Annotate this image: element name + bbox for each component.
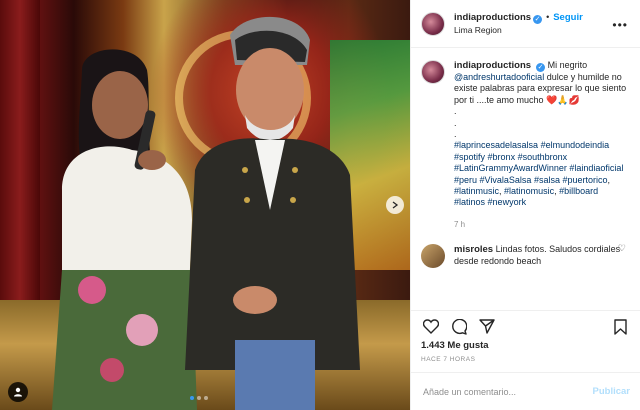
caption-intro: Mi negrito (547, 60, 588, 70)
caption-time[interactable]: 7 h (454, 219, 630, 230)
caption-dot: . (454, 129, 457, 140)
author-username[interactable]: indiaproductions (454, 12, 531, 23)
share-button[interactable] (477, 317, 497, 337)
caption-avatar[interactable] (421, 60, 445, 84)
carousel-dot (190, 396, 194, 400)
heart-icon (423, 319, 439, 334)
comment-input[interactable] (421, 385, 593, 398)
comment-like-icon[interactable]: ♡ (618, 243, 626, 254)
commenter-avatar[interactable] (421, 244, 445, 269)
hashtag-link[interactable]: #latinos (454, 197, 485, 207)
comment-icon (452, 318, 467, 335)
user-tag-button[interactable] (8, 382, 28, 402)
hashtag-link[interactable]: #southbronx (518, 152, 568, 162)
add-comment-bar: Publicar (411, 372, 640, 410)
post-photo[interactable] (0, 0, 410, 410)
carousel-indicator (190, 396, 208, 400)
post-timestamp[interactable]: HACE 7 HORAS (421, 356, 475, 363)
caption-username[interactable]: indiaproductions (454, 60, 531, 71)
hashtag-link[interactable]: #LatinGrammyAwardWinner (454, 163, 567, 173)
commenter-username[interactable]: misroles (454, 244, 493, 255)
verified-icon: ✓ (536, 63, 546, 72)
comments-section: indiaproductions ✓ Mi negrito @andreshurt… (411, 48, 640, 308)
hashtag-link[interactable]: #salsa (534, 175, 560, 185)
instagram-post-dialog: indiaproductions ✓ • Seguir Lima Region •••… (0, 0, 640, 410)
action-bar (411, 310, 640, 342)
user-tag-icon (14, 387, 22, 397)
caption-emoji: ❤️🙏💋 (546, 94, 580, 105)
bookmark-icon (613, 318, 627, 335)
share-icon (479, 319, 495, 334)
author-meta: indiaproductions ✓ • Seguir Lima Region (454, 11, 583, 36)
author-avatar[interactable] (421, 11, 445, 36)
caption: indiaproductions ✓ Mi negrito @andreshurt… (421, 60, 630, 230)
comment-item: misroles Lindas fotos. Saludos cordiales… (421, 244, 630, 269)
like-button[interactable] (421, 317, 441, 337)
hashtag-link[interactable]: #elmundodeindia (541, 140, 610, 150)
man-figure (185, 16, 360, 410)
hashtag-link[interactable]: #billboard (559, 186, 598, 196)
comment-button[interactable] (449, 317, 469, 337)
post-header: indiaproductions ✓ • Seguir Lima Region ••• (411, 0, 640, 48)
comment-text: misroles Lindas fotos. Saludos cordiales… (454, 244, 624, 268)
verified-icon: ✓ (533, 15, 543, 24)
caption-mention[interactable]: @andreshurtadooficial (454, 72, 544, 82)
hashtags: #laprincesadelasalsa #elmundodeindia #sp… (454, 140, 624, 208)
hashtag-link[interactable]: #VivalaSalsa (480, 175, 532, 185)
hashtag-link[interactable]: #bronx (488, 152, 516, 162)
caption-text: indiaproductions ✓ Mi negrito @andreshurt… (454, 60, 630, 230)
next-photo-button[interactable] (386, 196, 404, 214)
hashtag-link[interactable]: #newyork (488, 197, 527, 207)
hashtag-link[interactable]: #peru (454, 175, 477, 185)
chevron-right-icon (392, 201, 399, 209)
hashtag-link[interactable]: #latinomusic (504, 186, 554, 196)
separator-dot: • (546, 12, 550, 22)
carousel-dot (197, 396, 201, 400)
save-button[interactable] (610, 317, 630, 337)
publish-button[interactable]: Publicar (593, 386, 631, 397)
post-location[interactable]: Lima Region (454, 24, 583, 36)
follow-button[interactable]: Seguir (553, 12, 583, 23)
caption-dot: . (454, 106, 457, 117)
more-options-icon[interactable]: ••• (612, 18, 628, 32)
hashtag-link[interactable]: #laindiaoficial (569, 163, 623, 173)
hashtag-link[interactable]: #spotify (454, 152, 485, 162)
likes-count[interactable]: 1.443 Me gusta (421, 340, 489, 351)
caption-dot: . (454, 117, 457, 128)
hashtag-link[interactable]: #latinmusic (454, 186, 499, 196)
hashtag-link[interactable]: #puertorico (562, 175, 607, 185)
post-side-panel: indiaproductions ✓ • Seguir Lima Region •••… (410, 0, 640, 410)
carousel-dot (204, 396, 208, 400)
hashtag-link[interactable]: #laprincesadelasalsa (454, 140, 538, 150)
